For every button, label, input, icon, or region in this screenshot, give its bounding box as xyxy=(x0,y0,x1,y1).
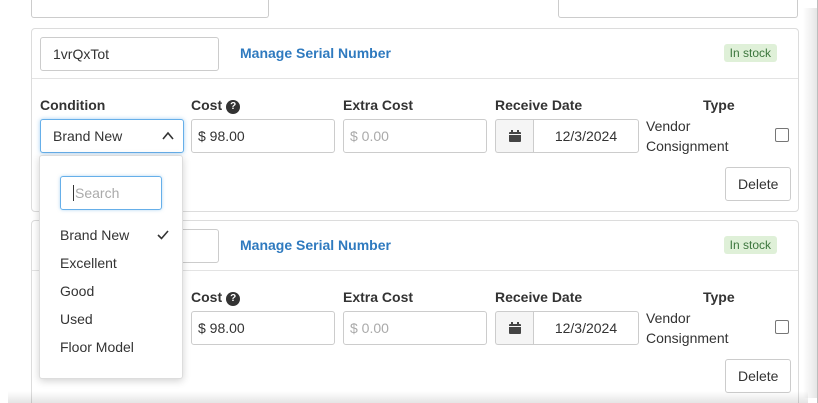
card-header: 1vrQxTot Manage Serial Number In stock xyxy=(32,29,798,79)
condition-select[interactable]: Brand New xyxy=(40,119,184,153)
delete-button[interactable]: Delete xyxy=(725,167,792,201)
frame-shadow-bottom xyxy=(8,391,808,403)
receive-date-input[interactable]: 12/3/2024 xyxy=(533,311,639,345)
option-label: Good xyxy=(60,283,95,299)
previous-card-field-right xyxy=(558,0,798,18)
receive-date-input[interactable]: 12/3/2024 xyxy=(533,119,639,153)
extra-cost-label: Extra Cost xyxy=(343,97,414,113)
calendar-icon[interactable] xyxy=(495,311,533,345)
cost-input[interactable]: $ 98.00 xyxy=(191,311,335,345)
status-badge: In stock xyxy=(723,44,777,62)
cost-label-text: Cost xyxy=(191,289,223,305)
type-line-2: Consignment xyxy=(646,138,729,154)
help-icon[interactable]: ? xyxy=(226,99,241,114)
dropdown-search-input[interactable]: Search xyxy=(60,176,162,210)
receive-date-group: 12/3/2024 xyxy=(495,311,639,345)
receive-date-label: Receive Date xyxy=(495,289,583,305)
condition-select-value: Brand New xyxy=(53,128,123,144)
search-placeholder: Search xyxy=(75,185,120,201)
manage-serial-number-link[interactable]: Manage Serial Number xyxy=(240,45,391,61)
option-label: Floor Model xyxy=(60,339,134,355)
cost-label: Cost? xyxy=(191,97,241,114)
condition-label: Condition xyxy=(40,97,106,113)
condition-option-used[interactable]: Used xyxy=(60,308,170,330)
serial-number-input[interactable]: 1vrQxTot xyxy=(40,37,219,71)
help-icon[interactable]: ? xyxy=(226,291,241,306)
condition-option-excellent[interactable]: Excellent xyxy=(60,252,170,274)
frame-shadow-right xyxy=(803,8,817,398)
text-caret xyxy=(73,185,74,201)
calendar-icon[interactable] xyxy=(495,119,533,153)
condition-option-floor-model[interactable]: Floor Model xyxy=(60,336,170,358)
condition-dropdown-menu: Search Brand New Excellent Good Used Flo… xyxy=(39,155,183,379)
option-label: Excellent xyxy=(60,255,117,271)
previous-card-field-left xyxy=(31,0,269,18)
manage-serial-number-link[interactable]: Manage Serial Number xyxy=(240,237,391,253)
cost-label-text: Cost xyxy=(191,97,223,113)
vendor-consignment-checkbox[interactable] xyxy=(775,128,789,142)
type-line-1: Vendor xyxy=(646,310,691,326)
extra-cost-label: Extra Cost xyxy=(343,289,414,305)
type-label: Type xyxy=(703,289,735,305)
delete-button[interactable]: Delete xyxy=(725,359,792,393)
cost-label: Cost? xyxy=(191,289,241,306)
type-line-2: Consignment xyxy=(646,330,729,346)
checkmark-icon xyxy=(157,230,169,240)
type-value: Vendor Consignment xyxy=(646,308,729,348)
extra-cost-input[interactable]: $ 0.00 xyxy=(343,119,487,153)
status-badge: In stock xyxy=(723,236,777,254)
extra-cost-input[interactable]: $ 0.00 xyxy=(343,311,487,345)
type-line-1: Vendor xyxy=(646,118,691,134)
screenshot-frame: 1vrQxTot Manage Serial Number In stock C… xyxy=(0,0,818,403)
type-label: Type xyxy=(703,97,735,113)
cost-input[interactable]: $ 98.00 xyxy=(191,119,335,153)
option-label: Brand New xyxy=(60,227,130,243)
type-value: Vendor Consignment xyxy=(646,116,729,156)
chevron-up-icon xyxy=(162,131,174,140)
receive-date-group: 12/3/2024 xyxy=(495,119,639,153)
condition-option-brand-new[interactable]: Brand New xyxy=(60,224,170,246)
receive-date-label: Receive Date xyxy=(495,97,583,113)
condition-option-good[interactable]: Good xyxy=(60,280,170,302)
option-label: Used xyxy=(60,311,93,327)
vendor-consignment-checkbox[interactable] xyxy=(775,320,789,334)
